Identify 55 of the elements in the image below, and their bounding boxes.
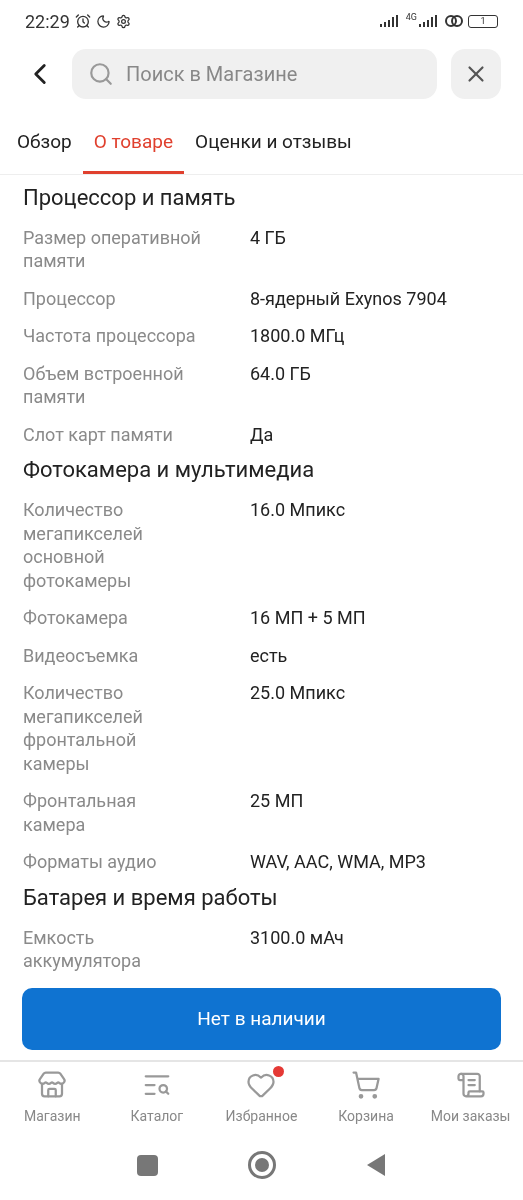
signal-icon [418,14,440,28]
back-triangle-icon[interactable] [366,1153,386,1177]
spec-value: есть [250,643,289,667]
status-time: 22:29 [25,9,70,34]
spec-value: 16.0 Мпикс [250,498,347,522]
spec-value: 4 ГБ [250,225,287,250]
store-icon [37,1070,68,1100]
recents-button[interactable] [137,1154,158,1176]
spec-value: 3100.0 мАч [250,925,345,950]
spec-value: WAV, AAC, WMA, MP3 [250,850,427,874]
nav-tab[interactable]: Каталог [104,1070,210,1140]
alarm-icon [74,13,91,29]
battery-indicator: 1 [468,14,498,28]
home-button[interactable] [248,1151,276,1179]
tab[interactable]: Оценки и отзывы [184,116,363,174]
cart-icon [351,1070,382,1100]
search-field[interactable]: Поиск в Магазине [72,49,437,99]
receipt-icon [455,1070,486,1100]
spec-value: 25 МП [250,789,305,813]
spec-value: 1800.0 МГц [250,324,346,348]
spec-label: Объем встроенной памяти [23,361,185,409]
signal-icon [378,14,401,28]
spec-label: Процессор [23,286,117,310]
spec-value: 25.0 Мпикс [250,681,347,705]
nav-tab[interactable]: Корзина [313,1070,419,1140]
spec-label: Количество мегапикселей основной фотокамеры [23,498,144,592]
spec-label: Форматы аудио [23,850,158,874]
spec-value: 16 МП + 5 МП [250,606,367,630]
tab[interactable]: Обзор [6,116,83,174]
spec-label: Количество мегапикселей фронтальной камеры [23,681,144,775]
spec-label: Емкость аккумулятора [23,925,142,973]
nav-tab[interactable]: Избранное [209,1070,314,1140]
link-icon [445,14,463,28]
spec-value: 8-ядерный Exynos 7904 [250,286,448,310]
spec-label: Фотокамера [23,606,129,630]
network-type: 4G [405,12,417,22]
section-heading: Батарея и время работы [23,883,279,912]
moon-icon [95,13,111,29]
gear-icon [115,13,131,29]
nav-tab[interactable]: Мои заказы [418,1070,523,1140]
close-button[interactable] [451,49,501,99]
section-heading: Фотокамера и мультимедиа [23,456,316,484]
out-of-stock-button[interactable]: Нет в наличии [22,988,501,1050]
spec-label: Видеосъемка [23,643,140,667]
spec-label: Слот карт памяти [23,422,174,446]
tab[interactable]: О товаре [82,116,185,174]
spec-label: Фронтальная камера [23,789,138,836]
spec-label: Размер оперативной памяти [23,225,201,273]
spec-label: Частота процессора [23,324,197,348]
search-input[interactable]: Поиск в Магазине [126,59,421,89]
spec-value: Да [250,422,275,446]
section-heading: Процессор и память [23,183,237,212]
spec-value: 64.0 ГБ [250,361,312,386]
search-icon [88,61,114,87]
nav-tab[interactable]: Магазин [0,1070,105,1140]
